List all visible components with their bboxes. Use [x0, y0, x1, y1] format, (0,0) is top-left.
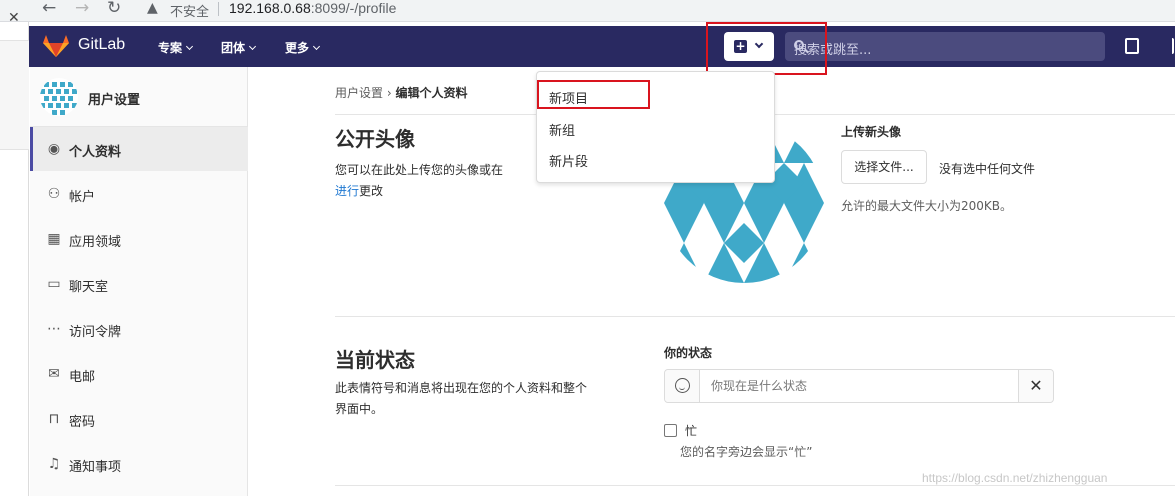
address-bar[interactable]: 192.168.0.68:8099/-/profile	[229, 0, 396, 16]
breadcrumb-parent[interactable]: 用户设置	[335, 86, 383, 100]
highlight-box-new-project	[537, 80, 650, 109]
nav-menu-label: 团体	[221, 41, 246, 55]
background-panel	[0, 40, 29, 150]
sidebar-item-chat[interactable]: ▭ 聊天室	[30, 262, 248, 306]
sidebar-item-label: 密码	[69, 415, 96, 430]
sidebar-header: 用户设置	[30, 67, 248, 127]
nav-menu-more[interactable]: 更多	[285, 39, 321, 56]
nav-menu-projects[interactable]: 专案	[158, 39, 194, 56]
insecure-label[interactable]: 不安全	[170, 1, 209, 20]
sidebar-item-label: 聊天室	[69, 280, 109, 295]
sidebar-item-profile[interactable]: ◉ 个人资料	[30, 127, 248, 171]
dropdown-item-new-group[interactable]: 新组	[549, 120, 575, 139]
gitlab-logo-icon[interactable]	[43, 35, 69, 57]
nav-menu-groups[interactable]: 团体	[221, 39, 257, 56]
no-file-selected-text: 没有选中任何文件	[939, 162, 1036, 176]
url-path: :8099/-/profile	[310, 0, 397, 16]
browser-toolbar: ← → ↻ ▲ 不安全 192.168.0.68:8099/-/profile	[0, 0, 1175, 22]
status-section-heading: 当前状态	[335, 348, 415, 372]
nav-menu-label: 更多	[285, 41, 310, 55]
warning-icon[interactable]: ▲	[147, 0, 158, 16]
choose-file-button[interactable]: 选择文件...	[841, 150, 927, 184]
max-file-size-hint: 允许的最大文件大小为200KB。	[841, 199, 1013, 213]
email-icon: ✉	[48, 366, 60, 382]
dropdown-item-new-snippet[interactable]: 新片段	[549, 151, 588, 170]
smiley-icon	[675, 378, 690, 393]
merge-request-icon[interactable]	[1160, 38, 1174, 54]
gravatar-link[interactable]: 进行	[335, 184, 359, 198]
search-input[interactable]: 搜索或跳至...	[785, 32, 1105, 61]
profile-icon: ◉	[47, 141, 61, 157]
account-icon: ⚇	[47, 186, 61, 202]
sidebar-item-email[interactable]: ✉ 电邮	[30, 352, 248, 396]
sidebar-item-label: 通知事项	[69, 460, 122, 475]
sidebar-item-label: 帐户	[69, 190, 96, 205]
lock-icon: ⊓	[48, 411, 60, 427]
divider	[335, 316, 1175, 317]
sidebar-item-label: 访问令牌	[69, 325, 122, 340]
status-message-input[interactable]	[700, 370, 1019, 402]
applications-icon: ▦	[47, 231, 61, 247]
url-separator	[218, 2, 219, 16]
nav-menu-label: 专案	[158, 41, 183, 55]
upload-avatar-title: 上传新头像	[841, 125, 902, 139]
divider	[335, 485, 1175, 486]
clear-status-button[interactable]: ✕	[1018, 370, 1053, 402]
watermark-text: https://blog.csdn.net/zhizhengguan	[922, 471, 1108, 485]
todo-icon[interactable]	[1125, 38, 1139, 54]
avatar-section-heading: 公开头像	[335, 127, 415, 151]
emoji-picker-button[interactable]	[665, 370, 700, 402]
sidebar-item-account[interactable]: ⚇ 帐户	[30, 172, 248, 216]
chat-icon: ▭	[47, 276, 61, 292]
chevron-down-icon	[185, 42, 194, 51]
url-host: 192.168.0.68	[229, 0, 311, 16]
sidebar-title[interactable]: 用户设置	[88, 89, 140, 108]
sidebar-item-password[interactable]: ⊓ 密码	[30, 397, 248, 441]
busy-checkbox[interactable]	[664, 424, 677, 437]
background-window-strip: ✕	[0, 10, 29, 496]
user-avatar[interactable]	[40, 78, 78, 116]
description-suffix: 更改	[359, 184, 384, 198]
chevron-down-icon	[312, 42, 321, 51]
sidebar-item-label: 电邮	[69, 370, 96, 385]
back-arrow-icon[interactable]: ←	[42, 0, 56, 18]
your-status-label: 你的状态	[664, 346, 713, 360]
sidebar-item-applications[interactable]: ▦ 应用领域	[30, 217, 248, 261]
status-field-group: ✕	[664, 369, 1054, 403]
breadcrumb: 用户设置 › 编辑个人资料	[335, 84, 467, 101]
reload-icon[interactable]: ↻	[107, 0, 121, 18]
top-navbar: GitLab 专案 团体 更多 + 搜索或跳至...	[29, 26, 1175, 67]
sidebar-item-access-tokens[interactable]: ⋯ 访问令牌	[30, 307, 248, 351]
busy-label[interactable]: 忙	[685, 422, 697, 439]
close-icon[interactable]: ✕	[8, 10, 20, 26]
brand-name[interactable]: GitLab	[78, 36, 125, 54]
sidebar-item-label: 个人资料	[69, 145, 122, 160]
avatar-section-description: 您可以在此处上传您的头像或在	[335, 163, 504, 177]
status-section-description: 此表情符号和消息将出现在您的个人资料和整个	[335, 381, 588, 395]
sidebar-item-notifications[interactable]: ♫ 通知事项	[30, 442, 248, 486]
status-section-description-2: 界面中。	[335, 402, 384, 416]
bell-icon: ♫	[47, 456, 61, 472]
breadcrumb-current[interactable]: 编辑个人资料	[395, 86, 467, 100]
token-icon: ⋯	[47, 321, 61, 337]
avatar-section-description-2: 进行更改	[335, 182, 383, 199]
busy-help-text: 您的名字旁边会显示“忙”	[680, 445, 813, 459]
forward-arrow-icon[interactable]: →	[75, 0, 89, 18]
chevron-down-icon	[248, 42, 257, 51]
settings-sidebar: 用户设置 ◉ 个人资料 ⚇ 帐户 ▦ 应用领域 ▭ 聊天室 ⋯ 访问令牌 ✉ 电…	[30, 67, 248, 496]
sidebar-item-label: 应用领域	[69, 235, 122, 250]
